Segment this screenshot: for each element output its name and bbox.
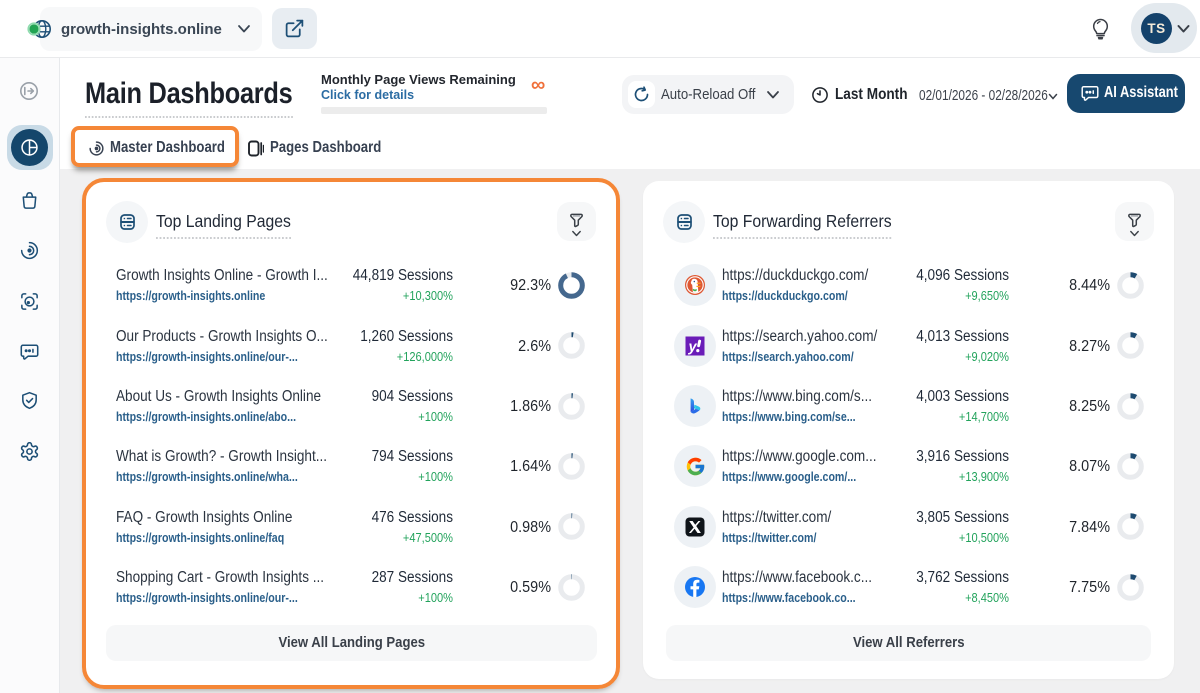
svg-text:y: y xyxy=(688,339,698,355)
